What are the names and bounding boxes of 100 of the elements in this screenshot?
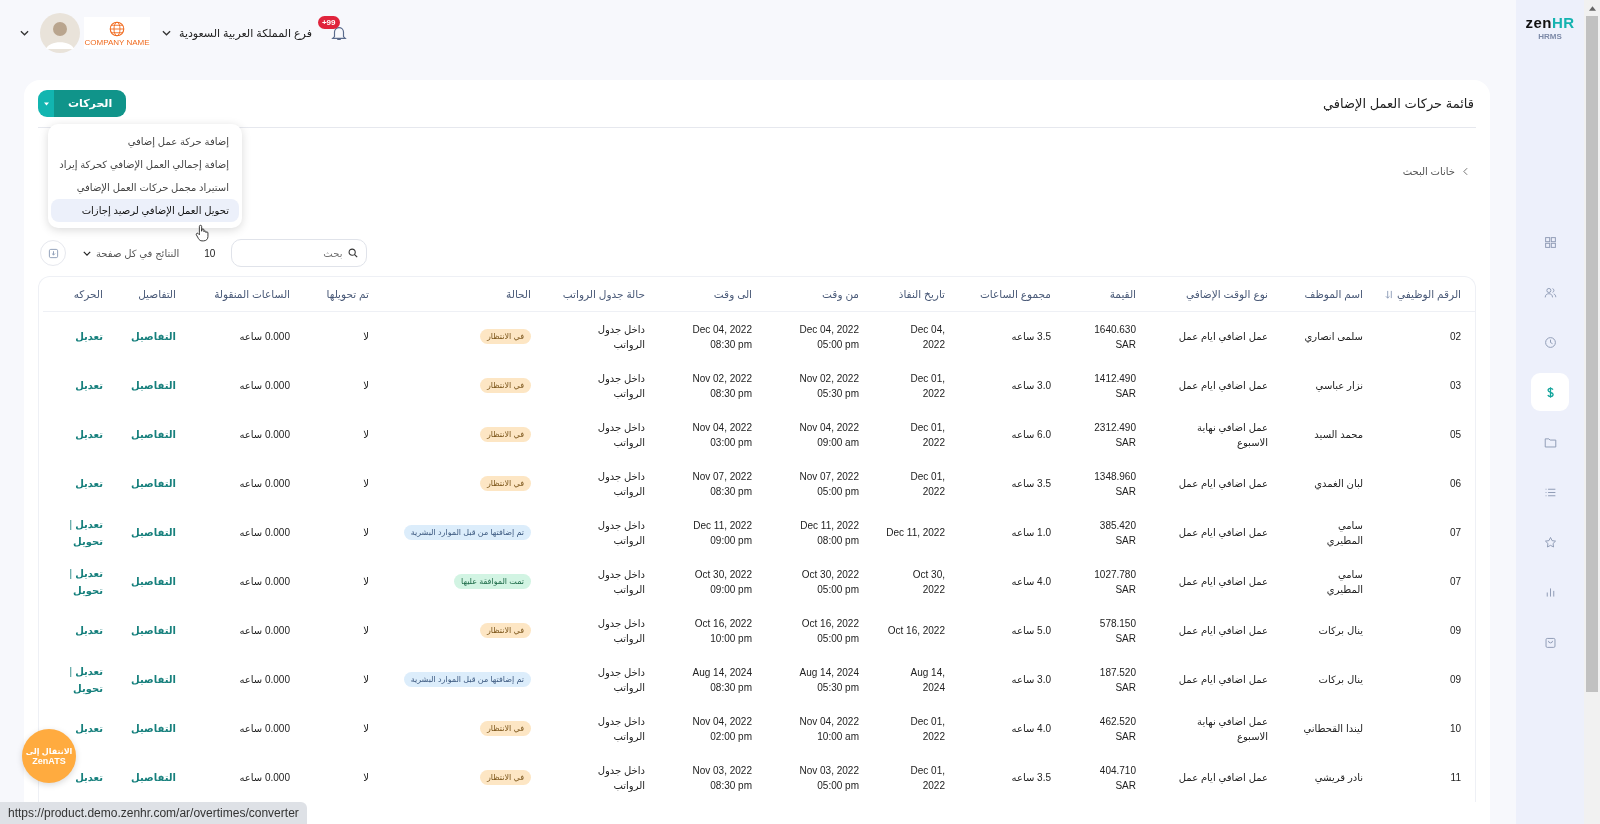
avatar[interactable]: [40, 13, 80, 53]
folder-icon[interactable]: [1543, 435, 1557, 449]
table-cell-text: Nov 04, 2022 03:00 pm: [692, 420, 752, 450]
column-header: حالة جدول الرواتب: [562, 288, 645, 300]
company-logo: COMPANY NAME: [84, 17, 150, 49]
table-cell-text: 0.000 ساعه: [239, 428, 290, 442]
table-cell-text: 07: [1449, 526, 1461, 540]
grid-icon[interactable]: [1543, 235, 1557, 249]
table-cell-text: داخل جدول الرواتب: [597, 322, 645, 352]
table-cell-text: نزار عباسي: [1315, 379, 1363, 393]
table-cell-text: Oct 30, 2022 09:00 pm: [694, 567, 752, 597]
action-link[interactable]: تحويل: [73, 582, 103, 598]
sort-icon[interactable]: [1385, 289, 1395, 299]
action-link[interactable]: تعديل: [75, 623, 103, 638]
table-cell-text: 0.000 ساعه: [239, 624, 290, 638]
caret-icon[interactable]: [20, 30, 29, 36]
table-cell-text: محمد السيد: [1314, 428, 1363, 442]
action-link[interactable]: تعديل: [75, 721, 103, 736]
bag-icon[interactable]: [1543, 635, 1557, 649]
dropdown-toggle[interactable]: [38, 90, 54, 117]
table-cell-text: نادر قريشي: [1314, 771, 1363, 785]
action-link[interactable]: تعديل: [75, 476, 103, 491]
details-link[interactable]: التفاصيل: [131, 723, 176, 734]
table-cell-text: Nov 04, 2022 09:00 am: [799, 420, 859, 450]
table-cell-text: ليندا القحطاني: [1303, 722, 1363, 736]
table-cell-text: لا: [363, 330, 369, 344]
details-link[interactable]: التفاصيل: [131, 772, 176, 783]
status-badge: في الانتظار: [480, 329, 531, 344]
table-cell-text: 1.0 ساعه: [1011, 526, 1051, 540]
branch-selector[interactable]: فرع المملكة العربية السعودية: [179, 26, 312, 40]
search-filters-toggle[interactable]: خانات البحث: [1402, 165, 1455, 177]
table-cell-text: لا: [363, 771, 369, 785]
table-cell-text: داخل جدول الرواتب: [597, 665, 645, 695]
page-size-value[interactable]: 10: [204, 247, 216, 259]
menu-item[interactable]: استيراد مجمل حركات العمل الإضافي: [51, 176, 239, 199]
table-cell-text: 05: [1449, 428, 1461, 442]
status-badge: في الانتظار: [480, 623, 531, 638]
table-cell-text: داخل جدول الرواتب: [597, 616, 645, 646]
action-link[interactable]: تعديل: [75, 516, 103, 532]
details-link[interactable]: التفاصيل: [131, 576, 176, 587]
status-badge: في الانتظار: [480, 770, 531, 785]
action-link[interactable]: تحويل: [73, 680, 103, 696]
actions-button[interactable]: الحركات: [54, 90, 127, 117]
status-badge: في الانتظار: [480, 476, 531, 491]
clock-icon[interactable]: [1543, 335, 1557, 349]
action-link[interactable]: تعديل: [75, 427, 103, 442]
table-cell-text: لا: [363, 379, 369, 393]
export-icon[interactable]: [47, 247, 59, 259]
table-cell-text: Aug 14, 2024: [910, 665, 945, 695]
bell-icon[interactable]: [329, 24, 348, 42]
details-link[interactable]: التفاصيل: [131, 674, 176, 685]
details-link[interactable]: التفاصيل: [131, 625, 176, 636]
action-link[interactable]: تعديل: [75, 378, 103, 393]
action-link[interactable]: تحويل: [73, 533, 103, 549]
people-icon[interactable]: [1543, 285, 1557, 299]
star-icon[interactable]: [1543, 535, 1557, 549]
action-link[interactable]: تعديل: [75, 770, 103, 785]
action-link[interactable]: تعديل: [75, 329, 103, 344]
export-button[interactable]: [40, 240, 66, 266]
column-header: نوع الوقت الإضافي: [1185, 288, 1268, 300]
details-link[interactable]: التفاصيل: [131, 429, 176, 440]
action-link[interactable]: تعديل: [75, 565, 103, 581]
app-logo[interactable]: zenHR: [1525, 14, 1575, 31]
menu-item[interactable]: تحويل العمل الإضافي لرصيد إجازات: [51, 199, 239, 222]
money-nav-button[interactable]: [1531, 373, 1569, 411]
chevron-down-icon[interactable]: [83, 250, 91, 256]
table-cell-text: 0.000 ساعه: [239, 771, 290, 785]
table-cell-text: Dec 01, 2022: [910, 420, 945, 450]
scrollbar[interactable]: [1584, 0, 1600, 824]
details-link[interactable]: التفاصيل: [131, 380, 176, 391]
action-link[interactable]: تعديل: [75, 663, 103, 679]
table-cell-text: 0.000 ساعه: [239, 330, 290, 344]
column-header: الحالة: [506, 288, 531, 300]
chevron-icon[interactable]: [1463, 166, 1468, 176]
table-cell-text: Nov 04, 2022 02:00 pm: [692, 714, 752, 744]
table-cell-text: عمل اضافي ايام عمل: [1178, 673, 1268, 687]
table-cell-text: لا: [363, 575, 369, 589]
table-cell-text: Dec 11, 2022 09:00 pm: [693, 518, 752, 548]
table-cell-text: لا: [363, 722, 369, 736]
column-header: القيمة: [1109, 288, 1136, 300]
details-link[interactable]: التفاصيل: [131, 478, 176, 489]
search-field[interactable]: بحث: [231, 239, 368, 267]
table-cell-text: Nov 02, 2022 05:30 pm: [799, 371, 859, 401]
details-link[interactable]: التفاصيل: [131, 331, 176, 342]
table-cell-text: داخل جدول الرواتب: [597, 567, 645, 597]
status-badge: تم إضافتها من قبل الموارد البشرية: [403, 672, 531, 687]
table-cell-text: داخل جدول الرواتب: [597, 714, 645, 744]
table-cell-text: 0.000 ساعه: [239, 673, 290, 687]
product-name: HRMS: [1538, 32, 1562, 41]
caret-icon[interactable]: [162, 30, 171, 36]
menu-item[interactable]: إضافة إجمالي العمل الإضافي كحركة إيراد: [51, 153, 239, 176]
table-cell-text: 1348.960 SAR: [1094, 469, 1136, 499]
table-cell-text: Dec 04, 2022 05:00 pm: [799, 322, 859, 352]
menu-item[interactable]: إضافة حركة عمل إضافي: [51, 130, 239, 153]
table-cell-text: Nov 04, 2022 10:00 am: [799, 714, 859, 744]
column-header[interactable]: الرقم الوظيفي: [1397, 288, 1461, 300]
table-cell-text: 0.000 ساعه: [239, 477, 290, 491]
scroll-up-icon[interactable]: [1588, 6, 1596, 11]
table-cell-text: داخل جدول الرواتب: [597, 518, 645, 548]
details-link[interactable]: التفاصيل: [131, 527, 176, 538]
